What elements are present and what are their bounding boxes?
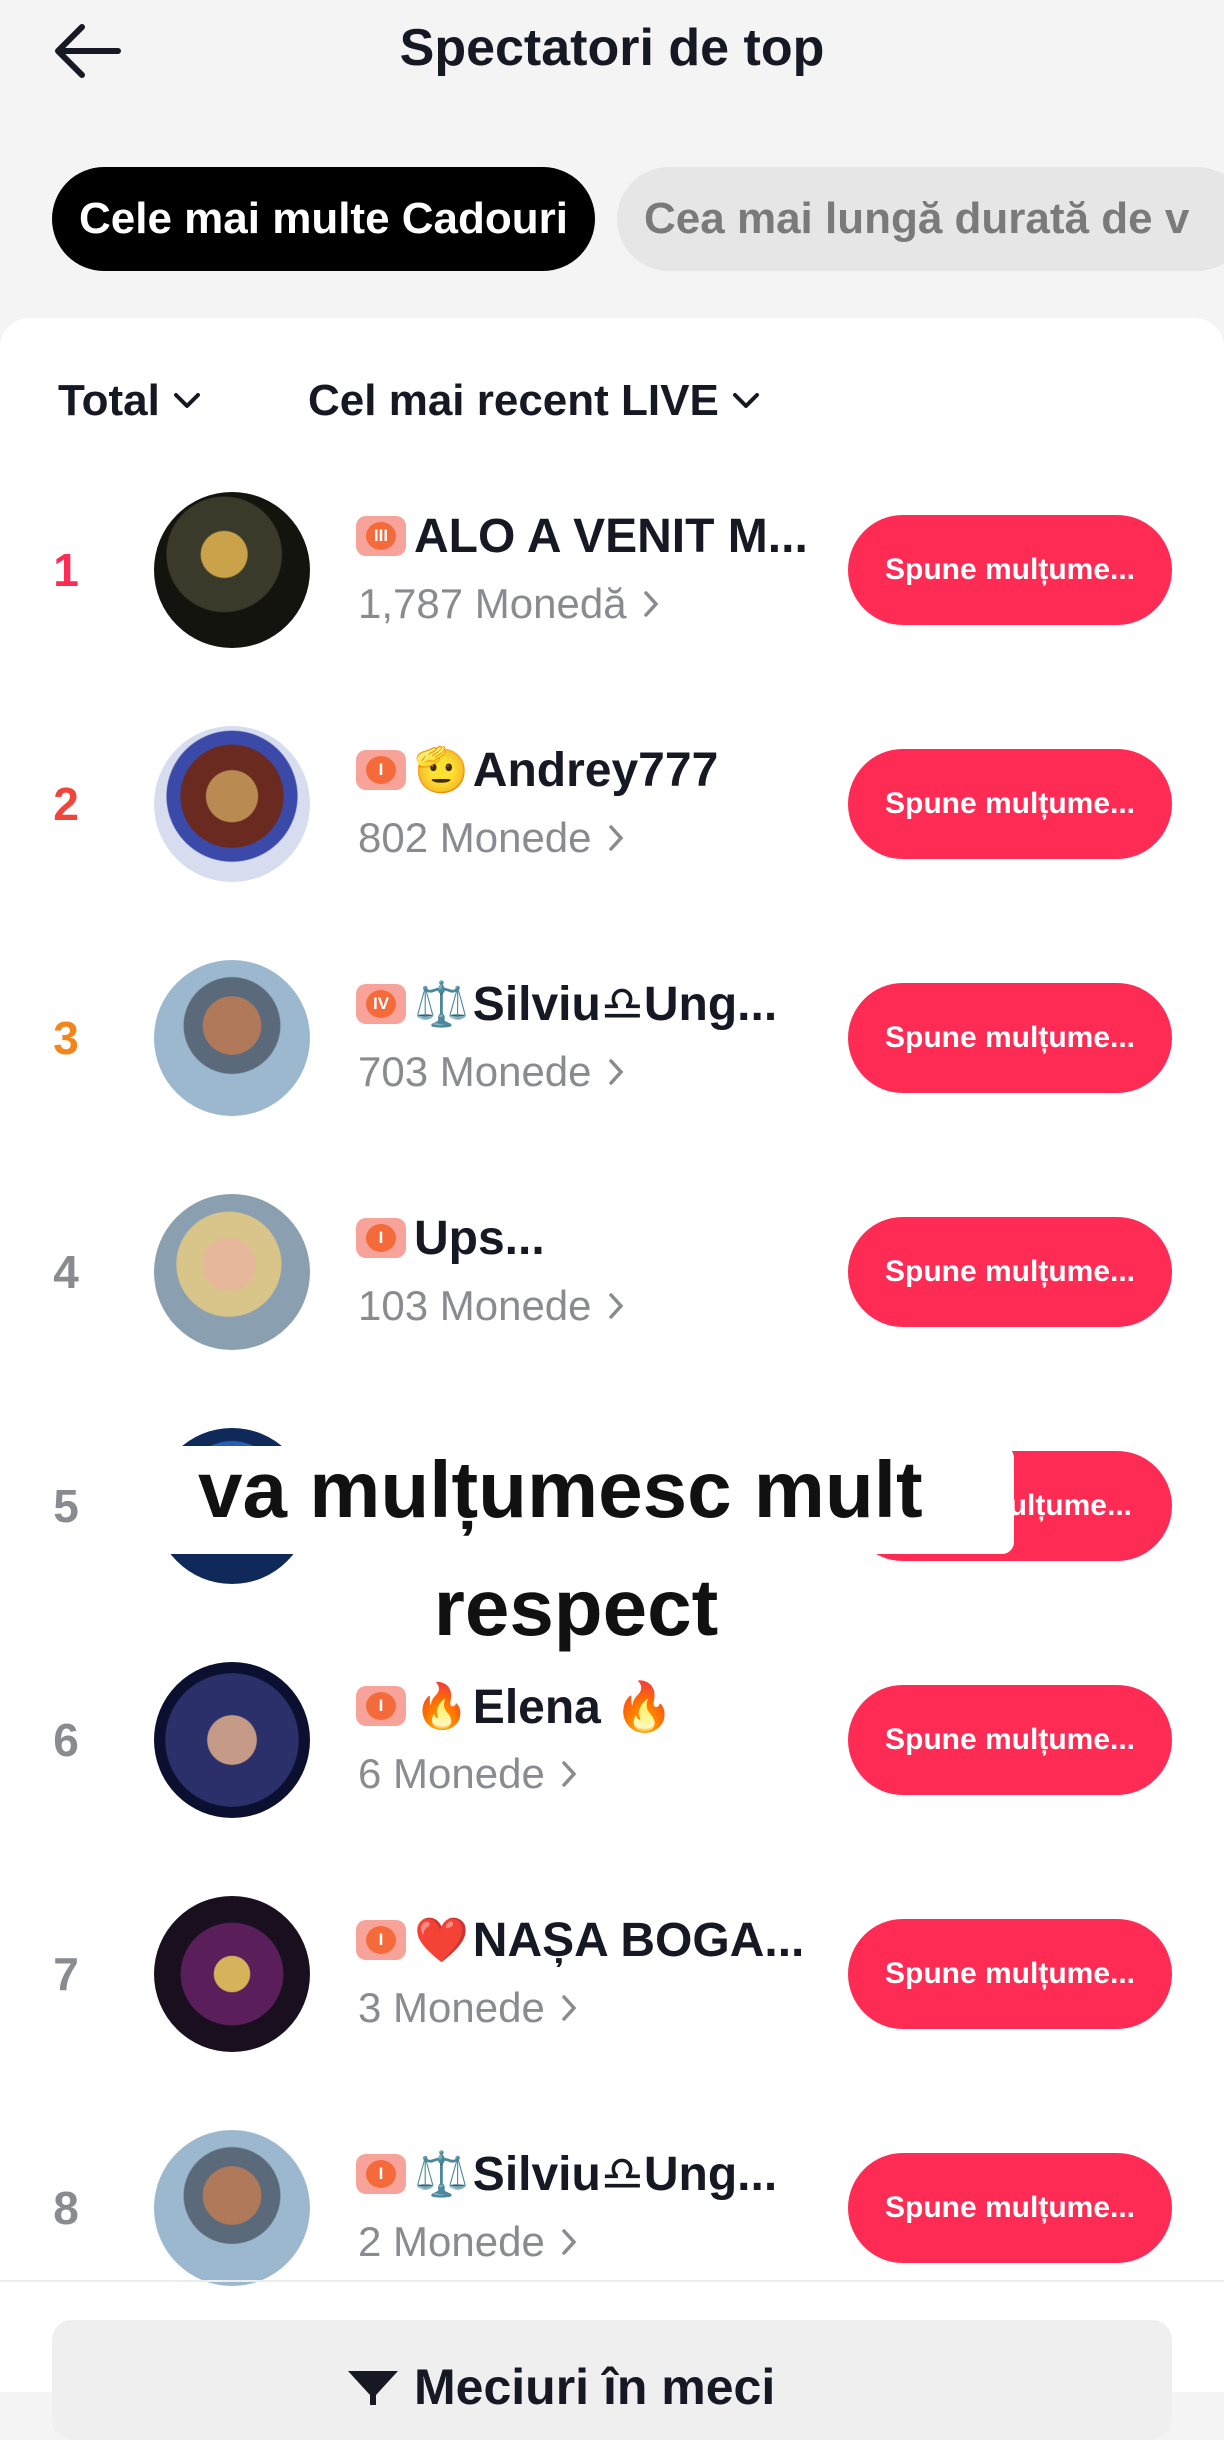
rank-number: 2 bbox=[53, 778, 79, 830]
coins-link[interactable]: 103 Monede bbox=[358, 1282, 624, 1330]
viewer-row: 2 I 🫡 Andrey777 802 Monede Spune mulțume… bbox=[0, 714, 1224, 894]
coins-link[interactable]: 2 Monede bbox=[358, 2218, 577, 2266]
tab-bar: Cele mai multe Cadouri Cea mai lungă dura… bbox=[52, 167, 1224, 271]
chevron-down-icon bbox=[732, 393, 759, 408]
chevron-right-icon bbox=[608, 1059, 623, 1085]
period-filter-dropdown[interactable]: Total bbox=[58, 376, 202, 426]
viewer-row: 6 I 🔥 Elena 🔥 6 Monede Spune mulțume... bbox=[0, 1650, 1224, 1830]
coins-link[interactable]: 1,787 Monedă bbox=[358, 580, 659, 628]
saluting-emoji-icon: 🫡 bbox=[414, 746, 469, 795]
coins-link[interactable]: 3 Monede bbox=[358, 1984, 577, 2032]
say-thanks-button[interactable]: Spune mulțume... bbox=[848, 2153, 1172, 2263]
live-filter-label: Cel mai recent LIVE bbox=[308, 376, 719, 425]
avatar[interactable] bbox=[154, 2130, 310, 2286]
viewer-name: Silviu♎Ung... bbox=[472, 2148, 778, 2201]
fan-level-badge: III bbox=[356, 516, 406, 556]
viewer-row: 8 I ⚖️ Silviu♎Ung... 2 Monede Spune mulț… bbox=[0, 2118, 1224, 2298]
viewer-name-line[interactable]: IV ⚖️ Silviu♎Ung... bbox=[356, 972, 836, 1036]
divider bbox=[0, 2280, 1224, 2282]
avatar[interactable] bbox=[154, 1662, 310, 1818]
period-filter-label: Total bbox=[58, 376, 160, 425]
viewer-name-line[interactable]: I ⚖️ Silviu♎Ung... bbox=[356, 2142, 836, 2206]
chevron-right-icon bbox=[562, 1761, 577, 1787]
viewer-row: 4 I Ups... 103 Monede Spune mulțume... bbox=[0, 1182, 1224, 1362]
fan-level-badge: I bbox=[356, 1920, 406, 1960]
coins-link[interactable]: 6 Monede bbox=[358, 1750, 577, 1798]
chevron-right-icon bbox=[608, 825, 623, 851]
coins-count: 802 Monede bbox=[358, 814, 592, 861]
rank-number: 1 bbox=[53, 544, 79, 596]
rank-number: 3 bbox=[53, 1012, 79, 1064]
live-filter-dropdown[interactable]: Cel mai recent LIVE bbox=[308, 376, 761, 426]
viewer-name-line[interactable]: I 🔥 Elena 🔥 bbox=[356, 1674, 836, 1738]
chevron-right-icon bbox=[562, 1995, 577, 2021]
tab-longest-duration[interactable]: Cea mai lungă durată de v bbox=[617, 167, 1224, 271]
avatar[interactable] bbox=[154, 1194, 310, 1350]
fire-emoji-icon: 🔥 bbox=[414, 1682, 469, 1731]
viewer-name-line[interactable]: III ALO A VENIT M... bbox=[356, 504, 836, 568]
rank-number: 4 bbox=[53, 1246, 79, 1298]
say-thanks-button[interactable]: Spune mulțume... bbox=[848, 749, 1172, 859]
coins-count: 2 Monede bbox=[358, 2218, 545, 2265]
avatar[interactable] bbox=[154, 492, 310, 648]
fan-level-badge: IV bbox=[356, 984, 406, 1024]
viewer-row: 7 I ❤️ NAȘA BOGA... 3 Monede Spune mulțu… bbox=[0, 1884, 1224, 2064]
matches-button-label: Meciuri în meci bbox=[346, 2358, 775, 2416]
viewer-name: Andrey777 bbox=[472, 743, 719, 797]
avatar[interactable] bbox=[154, 726, 310, 882]
chevron-down-icon bbox=[173, 393, 200, 408]
say-thanks-button[interactable]: Spune mulțume... bbox=[848, 515, 1172, 625]
say-thanks-button[interactable]: Spune mulțume... bbox=[848, 1217, 1172, 1327]
viewer-name: Silviu♎Ung... bbox=[472, 978, 778, 1031]
scales-emoji-icon: ⚖️ bbox=[414, 2150, 469, 2199]
viewer-name: Ups... bbox=[414, 1211, 545, 1265]
header-bar: Spectatori de top bbox=[0, 0, 1224, 110]
caption-line-1: va mulțumesc mult bbox=[198, 1445, 923, 1534]
viewer-name: Elena 🔥 bbox=[472, 1680, 674, 1734]
avatar[interactable] bbox=[154, 960, 310, 1116]
say-thanks-button[interactable]: Spune mulțume... bbox=[848, 1685, 1172, 1795]
coins-count: 1,787 Monedă bbox=[358, 580, 627, 627]
coins-count: 103 Monede bbox=[358, 1282, 592, 1329]
coins-link[interactable]: 802 Monede bbox=[358, 814, 624, 862]
viewer-name: NAȘA BOGA... bbox=[472, 1913, 805, 1967]
chevron-right-icon bbox=[643, 591, 658, 617]
viewer-name-line[interactable]: I Ups... bbox=[356, 1206, 836, 1270]
viewer-name-line[interactable]: I ❤️ NAȘA BOGA... bbox=[356, 1908, 836, 1972]
filter-icon bbox=[348, 2371, 398, 2405]
chevron-right-icon bbox=[562, 2229, 577, 2255]
coins-count: 6 Monede bbox=[358, 1750, 545, 1797]
fan-level-badge: I bbox=[356, 1218, 406, 1258]
say-thanks-button[interactable]: Spune mulțume... bbox=[848, 983, 1172, 1093]
rank-number: 7 bbox=[53, 1948, 79, 2000]
caption-line-2: respect bbox=[433, 1563, 719, 1652]
ranking-sheet: Total Cel mai recent LIVE 1 III ALO A VE… bbox=[0, 318, 1224, 2392]
viewer-row: 1 III ALO A VENIT M... 1,787 Monedă Spun… bbox=[0, 480, 1224, 660]
avatar[interactable] bbox=[154, 1896, 310, 2052]
viewer-name: ALO A VENIT M... bbox=[414, 509, 808, 563]
coins-link[interactable]: 703 Monede bbox=[358, 1048, 624, 1096]
viewer-name-line[interactable]: I 🫡 Andrey777 bbox=[356, 738, 836, 802]
scales-emoji-icon: ⚖️ bbox=[414, 980, 469, 1029]
fan-level-badge: I bbox=[356, 750, 406, 790]
say-thanks-button[interactable]: Spune mulțume... bbox=[848, 1919, 1172, 2029]
rank-number: 6 bbox=[53, 1714, 79, 1766]
page-title: Spectatori de top bbox=[399, 19, 825, 77]
tab-most-gifts[interactable]: Cele mai multe Cadouri bbox=[52, 167, 596, 271]
heart-emoji-icon: ❤️ bbox=[414, 1916, 469, 1965]
fan-level-badge: I bbox=[356, 2154, 406, 2194]
matches-label-text: Meciuri în meci bbox=[414, 2359, 776, 2415]
chevron-right-icon bbox=[608, 1293, 623, 1319]
fan-level-badge: I bbox=[356, 1686, 406, 1726]
viewer-row: 3 IV ⚖️ Silviu♎Ung... 703 Monede Spune m… bbox=[0, 948, 1224, 1128]
rank-number: 8 bbox=[53, 2182, 79, 2234]
coins-count: 3 Monede bbox=[358, 1984, 545, 2031]
coins-count: 703 Monede bbox=[358, 1048, 592, 1095]
